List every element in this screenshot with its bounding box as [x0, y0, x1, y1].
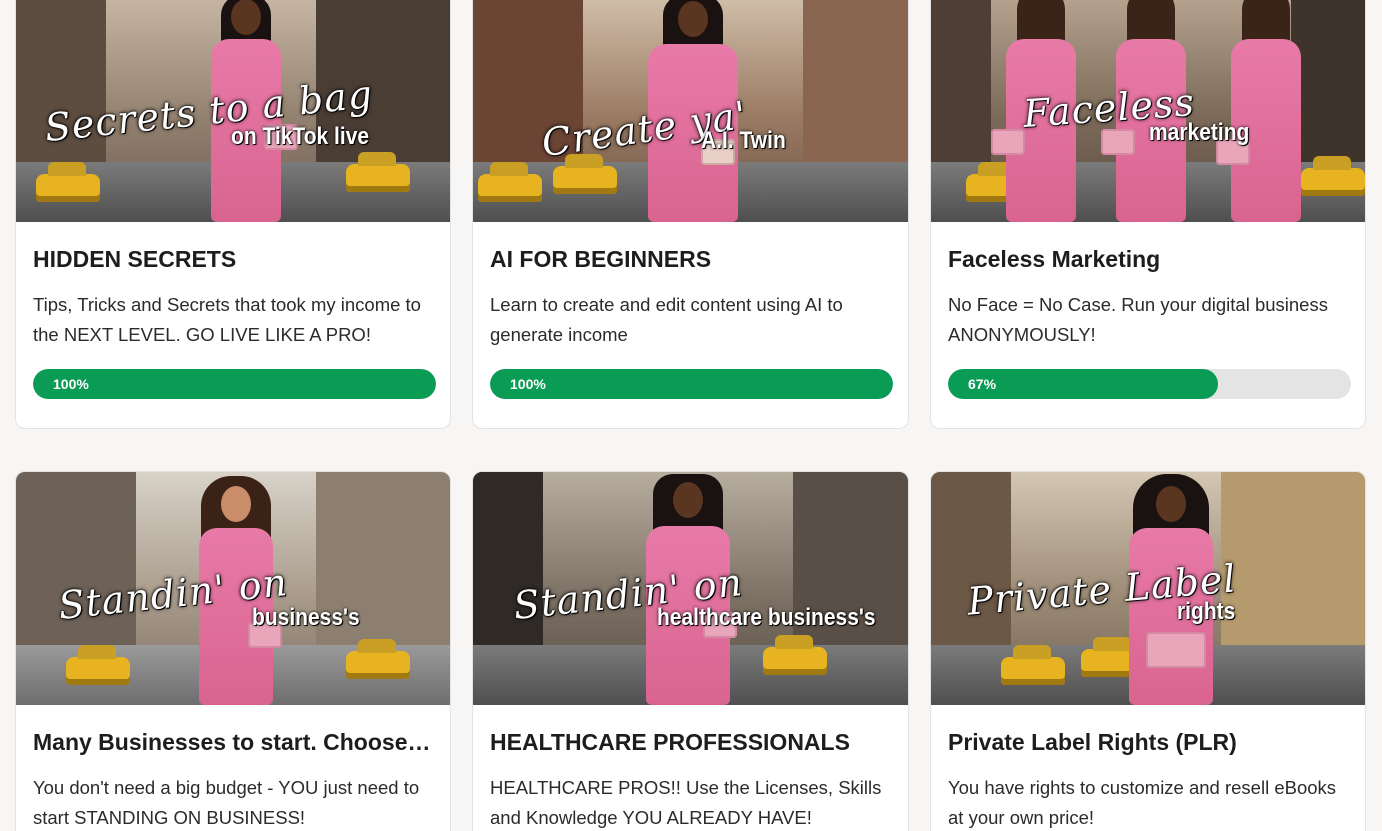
course-thumbnail[interactable]: Standin' on business's	[16, 472, 450, 705]
thumbnail-subtitle-text: business's	[252, 604, 360, 631]
thumbnail-subtitle-text: A.I. Twin	[701, 127, 786, 154]
course-thumbnail[interactable]: Private Label rights	[931, 472, 1365, 705]
course-description: HEALTHCARE PROS!! Use the Licenses, Skil…	[490, 777, 882, 828]
course-description: You don't need a big budget - YOU just n…	[33, 777, 420, 828]
course-title[interactable]: HIDDEN SECRETS	[33, 246, 433, 273]
course-title[interactable]: HEALTHCARE PROFESSIONALS	[490, 729, 891, 756]
course-card-faceless-marketing[interactable]: Faceless marketing Faceless Marketing No…	[930, 0, 1366, 429]
thumbnail-subtitle-text: healthcare business's	[657, 604, 876, 631]
thumbnail-subtitle-text: on TikTok live	[231, 123, 370, 150]
course-title[interactable]: AI FOR BEGINNERS	[490, 246, 891, 273]
course-card-private-label-rights[interactable]: Private Label rights Private Label Right…	[930, 471, 1366, 831]
thumbnail-subtitle-text: marketing	[1149, 119, 1250, 146]
course-title[interactable]: Private Label Rights (PLR)	[948, 729, 1348, 756]
progress-fill: 100%	[33, 369, 436, 399]
progress-label: 100%	[510, 376, 546, 392]
course-title[interactable]: Many Businesses to start. Choose…	[33, 729, 433, 756]
course-card-healthcare-professionals[interactable]: Standin' on healthcare business's HEALTH…	[472, 471, 909, 831]
progress-label: 67%	[968, 376, 997, 392]
course-title[interactable]: Faceless Marketing	[948, 246, 1348, 273]
course-thumbnail[interactable]: Faceless marketing	[931, 0, 1365, 222]
thumbnail-subtitle-text: rights	[1177, 598, 1236, 625]
course-thumbnail[interactable]: Create ya' A.I. Twin	[473, 0, 908, 222]
progress-bar: 67%	[948, 369, 1351, 399]
progress-label: 100%	[53, 376, 89, 392]
progress-fill: 100%	[490, 369, 893, 399]
course-thumbnail[interactable]: Standin' on healthcare business's	[473, 472, 908, 705]
course-description: You have rights to customize and resell …	[948, 777, 1337, 828]
course-description: Tips, Tricks and Secrets that took my in…	[33, 294, 421, 345]
course-description: No Face = No Case. Run your digital busi…	[948, 294, 1328, 345]
course-card-ai-for-beginners[interactable]: Create ya' A.I. Twin AI FOR BEGINNERS Le…	[472, 0, 909, 429]
progress-bar: 100%	[33, 369, 436, 399]
course-card-hidden-secrets[interactable]: Secrets to a bag on TikTok live HIDDEN S…	[15, 0, 451, 429]
progress-fill: 67%	[948, 369, 1218, 399]
course-grid: Secrets to a bag on TikTok live HIDDEN S…	[0, 0, 1382, 831]
course-description: Learn to create and edit content using A…	[490, 294, 843, 345]
course-card-many-businesses[interactable]: Standin' on business's Many Businesses t…	[15, 471, 451, 831]
course-thumbnail[interactable]: Secrets to a bag on TikTok live	[16, 0, 450, 222]
progress-bar: 100%	[490, 369, 893, 399]
